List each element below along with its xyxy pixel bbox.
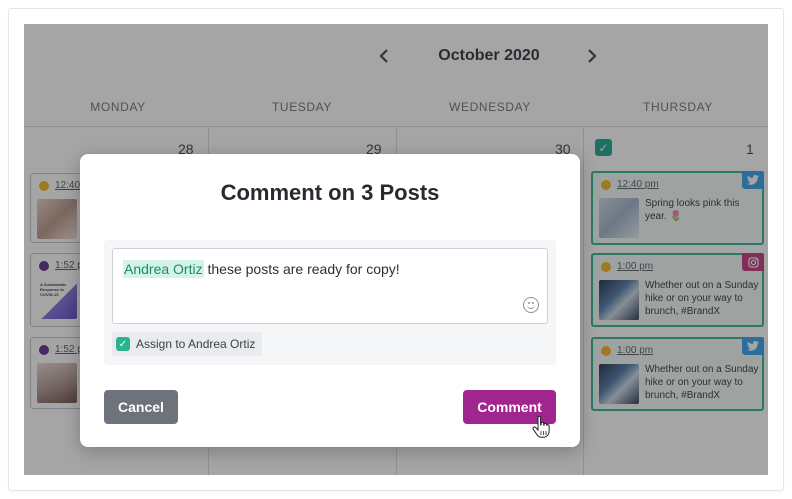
comment-panel: Andrea Ortiz these posts are ready for c… [104,240,556,365]
comment-body-text: these posts are ready for copy! [203,261,400,277]
assign-label: Assign to Andrea Ortiz [136,337,256,351]
calendar-view: October 2020 MONDAY TUESDAY WEDNESDAY TH… [24,24,768,475]
checkbox-checked-icon[interactable]: ✓ [116,337,130,351]
hand-cursor-icon [532,415,550,438]
cancel-button[interactable]: Cancel [104,390,178,424]
assign-checkbox[interactable]: ✓ Assign to Andrea Ortiz [112,332,263,356]
comment-modal: Comment on 3 Posts Andrea Ortiz these po… [80,154,580,447]
user-mention[interactable]: Andrea Ortiz [123,260,204,278]
comment-input[interactable]: Andrea Ortiz these posts are ready for c… [112,248,548,324]
modal-title: Comment on 3 Posts [220,180,440,205]
emoji-icon[interactable] [523,297,539,313]
